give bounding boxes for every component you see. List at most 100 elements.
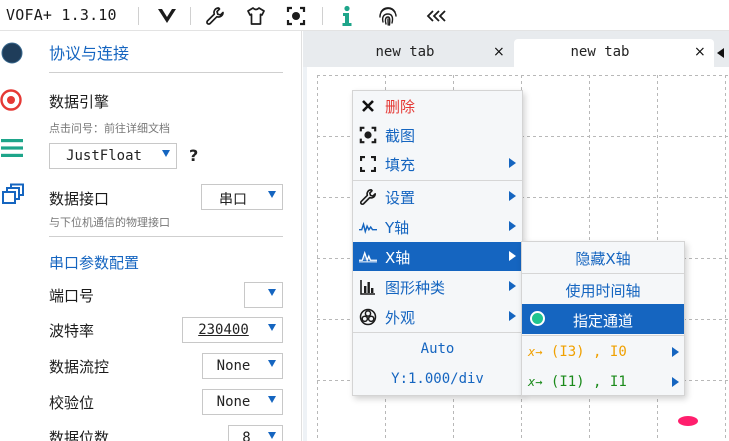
menu-item-fill[interactable]: 填充: [353, 149, 522, 178]
menu-divider: [522, 335, 684, 336]
port-select[interactable]: [244, 282, 283, 308]
chevron-down-icon: [268, 432, 276, 439]
bar-chart-icon: [359, 278, 377, 296]
submenu-arrow-icon: [509, 191, 516, 201]
wave-icon: [359, 248, 377, 266]
wave-icon: [359, 218, 377, 236]
menu-label: 图形种类: [385, 279, 446, 297]
databits-label: 数据位数: [49, 429, 110, 441]
chevron-down-icon: [162, 150, 170, 157]
menu-item-x-axis[interactable]: X轴: [353, 242, 522, 271]
submenu-item-use-time[interactable]: 使用时间轴: [522, 274, 684, 304]
interface-select[interactable]: 串口: [201, 184, 283, 210]
collapse-icon[interactable]: [424, 4, 448, 28]
interface-label: 数据接口: [49, 190, 110, 208]
close-icon[interactable]: ×: [694, 44, 706, 60]
menu-label: Y轴: [385, 219, 410, 237]
engine-hint: 点击问号：前往详细文档: [49, 122, 170, 135]
tab-2[interactable]: new tab ×: [514, 39, 714, 67]
settings-panel: 协议与连接 数据引擎 点击问号：前往详细文档 JustFloat ? 数据接口 …: [30, 31, 302, 441]
chevron-down-icon: [268, 360, 276, 367]
flow-label: 数据流控: [49, 358, 110, 376]
menu-item-screenshot[interactable]: 截图: [353, 120, 522, 149]
menu-item-chart-type[interactable]: 图形种类: [353, 272, 522, 301]
divider: [49, 72, 283, 73]
palette-icon: [359, 308, 377, 326]
menu-item-y-axis[interactable]: Y轴: [353, 212, 522, 241]
channel-a: x→ (I3) , I0: [528, 344, 627, 360]
wrench-icon: [359, 188, 377, 206]
close-icon: [359, 97, 377, 115]
screenshot-icon[interactable]: [284, 4, 308, 28]
toolbar-divider: [190, 7, 191, 25]
section-title-serial: 串口参数配置: [49, 254, 140, 272]
flow-value: None: [216, 358, 251, 374]
parity-select[interactable]: None: [202, 389, 283, 415]
flow-select[interactable]: None: [202, 353, 283, 379]
channel-a-label: (I3) , I0: [550, 344, 627, 360]
arrow-icon: x→: [528, 375, 543, 389]
menu-item-auto[interactable]: Auto: [353, 341, 522, 357]
wrench-icon[interactable]: [203, 4, 227, 28]
channel-b: x→ (I1) , I1: [528, 374, 627, 390]
chevron-down-icon: [268, 324, 276, 331]
submenu-arrow-icon: [509, 221, 516, 231]
divider: [49, 236, 283, 237]
chevron-down-icon: [268, 191, 276, 198]
interface-value: 串口: [219, 192, 247, 208]
menu-icon[interactable]: [0, 135, 26, 161]
menu-item-appearance[interactable]: 外观: [353, 302, 522, 331]
fingerprint-icon[interactable]: [376, 4, 400, 28]
submenu-arrow-icon: [509, 251, 516, 261]
submenu-arrow-icon: [509, 158, 516, 168]
section-title-protocol: 协议与连接: [49, 44, 130, 63]
submenu-item-channel-b[interactable]: x→ (I1) , I1: [522, 367, 684, 397]
tab-label: new tab: [570, 44, 630, 60]
submenu-item-channel-a[interactable]: x→ (I3) , I0: [522, 337, 684, 367]
engine-select[interactable]: JustFloat: [49, 143, 177, 169]
menu-label: 外观: [385, 309, 416, 327]
menu-item-y-scale[interactable]: Y:1.000/div: [353, 371, 522, 387]
expand-icon: [359, 155, 377, 173]
arrow-icon: x→: [528, 345, 543, 359]
shirt-icon[interactable]: [244, 4, 268, 28]
baud-value: 230400: [198, 322, 249, 338]
submenu-arrow-icon: [509, 311, 516, 321]
submenu-arrow-icon: [672, 347, 679, 357]
menu-item-settings[interactable]: 设置: [353, 182, 522, 211]
help-button[interactable]: ?: [189, 146, 198, 165]
submenu-arrow-icon: [672, 377, 679, 387]
parity-value: None: [216, 394, 251, 410]
menu-label: 截图: [385, 127, 416, 145]
interface-hint: 与下位机通信的物理接口: [49, 216, 170, 229]
x-axis-submenu: 隐藏X轴 使用时间轴 指定通道 x→ (I3) , I0 x→ (I1) , I…: [521, 241, 685, 396]
databits-select[interactable]: 8: [228, 425, 283, 441]
menu-divider: [353, 332, 522, 333]
screenshot-icon: [359, 126, 377, 144]
menu-label: 删除: [385, 98, 416, 116]
toolbar-divider: [138, 7, 139, 25]
menu-label: 填充: [385, 156, 416, 174]
menu-label: X轴: [385, 249, 411, 267]
menu-item-delete[interactable]: 删除: [353, 91, 522, 120]
connection-icon[interactable]: [0, 40, 26, 66]
info-icon[interactable]: [335, 4, 359, 28]
vofa-logo-icon[interactable]: [155, 4, 179, 28]
baud-select[interactable]: 230400: [182, 317, 283, 343]
toolbar-divider: [322, 7, 323, 25]
app-title: VOFA+ 1.3.10: [6, 6, 117, 24]
submenu-label: 指定通道: [572, 312, 633, 330]
tab-bar: new tab × new tab ×: [303, 31, 729, 67]
record-icon[interactable]: [0, 87, 26, 113]
submenu-arrow-icon: [509, 281, 516, 291]
submenu-item-hide-x[interactable]: 隐藏X轴: [522, 242, 684, 272]
parity-label: 校验位: [49, 394, 95, 412]
windows-icon[interactable]: [0, 182, 26, 208]
port-label: 端口号: [49, 287, 95, 305]
scroll-left-icon[interactable]: [717, 48, 724, 58]
tab-1[interactable]: new tab ×: [307, 39, 511, 67]
databits-value: 8: [242, 430, 251, 441]
engine-label: 数据引擎: [49, 93, 110, 111]
submenu-item-channel[interactable]: 指定通道: [522, 304, 684, 334]
tab-label: new tab: [375, 44, 435, 60]
